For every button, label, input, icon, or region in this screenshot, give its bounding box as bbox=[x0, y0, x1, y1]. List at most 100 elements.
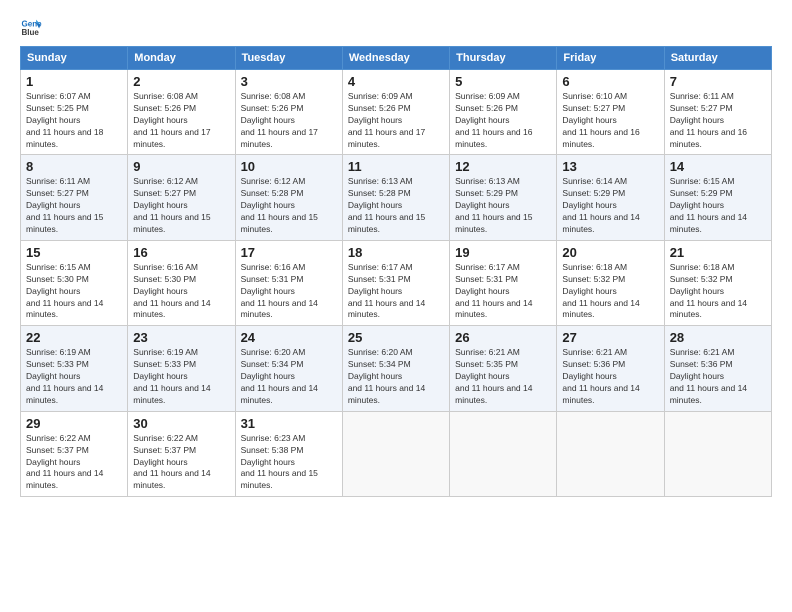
day-detail: Sunrise: 6:09 AMSunset: 5:26 PMDaylight … bbox=[348, 91, 425, 149]
day-number: 4 bbox=[348, 74, 444, 89]
calendar-cell: 11 Sunrise: 6:13 AMSunset: 5:28 PMDaylig… bbox=[342, 155, 449, 240]
calendar-cell: 27 Sunrise: 6:21 AMSunset: 5:36 PMDaylig… bbox=[557, 326, 664, 411]
calendar-cell: 7 Sunrise: 6:11 AMSunset: 5:27 PMDayligh… bbox=[664, 70, 771, 155]
day-number: 25 bbox=[348, 330, 444, 345]
column-header-wednesday: Wednesday bbox=[342, 47, 449, 70]
day-detail: Sunrise: 6:11 AMSunset: 5:27 PMDaylight … bbox=[26, 176, 103, 234]
day-detail: Sunrise: 6:07 AMSunset: 5:25 PMDaylight … bbox=[26, 91, 103, 149]
day-detail: Sunrise: 6:12 AMSunset: 5:28 PMDaylight … bbox=[241, 176, 318, 234]
day-detail: Sunrise: 6:20 AMSunset: 5:34 PMDaylight … bbox=[241, 347, 318, 405]
day-number: 21 bbox=[670, 245, 766, 260]
calendar-cell: 22 Sunrise: 6:19 AMSunset: 5:33 PMDaylig… bbox=[21, 326, 128, 411]
logo-icon: General Blue bbox=[20, 16, 42, 38]
column-header-saturday: Saturday bbox=[664, 47, 771, 70]
column-header-friday: Friday bbox=[557, 47, 664, 70]
header: General Blue bbox=[20, 16, 772, 38]
calendar-cell: 21 Sunrise: 6:18 AMSunset: 5:32 PMDaylig… bbox=[664, 240, 771, 325]
calendar-cell: 31 Sunrise: 6:23 AMSunset: 5:38 PMDaylig… bbox=[235, 411, 342, 496]
day-number: 13 bbox=[562, 159, 658, 174]
day-number: 3 bbox=[241, 74, 337, 89]
calendar-cell: 28 Sunrise: 6:21 AMSunset: 5:36 PMDaylig… bbox=[664, 326, 771, 411]
day-number: 19 bbox=[455, 245, 551, 260]
svg-text:Blue: Blue bbox=[21, 28, 39, 37]
day-detail: Sunrise: 6:22 AMSunset: 5:37 PMDaylight … bbox=[133, 433, 210, 491]
calendar-cell: 23 Sunrise: 6:19 AMSunset: 5:33 PMDaylig… bbox=[128, 326, 235, 411]
column-header-sunday: Sunday bbox=[21, 47, 128, 70]
column-header-tuesday: Tuesday bbox=[235, 47, 342, 70]
week-row-2: 8 Sunrise: 6:11 AMSunset: 5:27 PMDayligh… bbox=[21, 155, 772, 240]
calendar-cell: 1 Sunrise: 6:07 AMSunset: 5:25 PMDayligh… bbox=[21, 70, 128, 155]
day-detail: Sunrise: 6:08 AMSunset: 5:26 PMDaylight … bbox=[241, 91, 318, 149]
day-detail: Sunrise: 6:09 AMSunset: 5:26 PMDaylight … bbox=[455, 91, 532, 149]
day-detail: Sunrise: 6:13 AMSunset: 5:28 PMDaylight … bbox=[348, 176, 425, 234]
day-number: 26 bbox=[455, 330, 551, 345]
day-number: 20 bbox=[562, 245, 658, 260]
calendar-cell: 20 Sunrise: 6:18 AMSunset: 5:32 PMDaylig… bbox=[557, 240, 664, 325]
calendar-cell bbox=[342, 411, 449, 496]
day-number: 11 bbox=[348, 159, 444, 174]
day-detail: Sunrise: 6:14 AMSunset: 5:29 PMDaylight … bbox=[562, 176, 639, 234]
day-number: 29 bbox=[26, 416, 122, 431]
week-row-1: 1 Sunrise: 6:07 AMSunset: 5:25 PMDayligh… bbox=[21, 70, 772, 155]
day-number: 7 bbox=[670, 74, 766, 89]
day-number: 17 bbox=[241, 245, 337, 260]
calendar-cell: 18 Sunrise: 6:17 AMSunset: 5:31 PMDaylig… bbox=[342, 240, 449, 325]
calendar-cell: 26 Sunrise: 6:21 AMSunset: 5:35 PMDaylig… bbox=[450, 326, 557, 411]
calendar-cell: 9 Sunrise: 6:12 AMSunset: 5:27 PMDayligh… bbox=[128, 155, 235, 240]
week-row-5: 29 Sunrise: 6:22 AMSunset: 5:37 PMDaylig… bbox=[21, 411, 772, 496]
day-number: 16 bbox=[133, 245, 229, 260]
day-detail: Sunrise: 6:16 AMSunset: 5:31 PMDaylight … bbox=[241, 262, 318, 320]
day-detail: Sunrise: 6:13 AMSunset: 5:29 PMDaylight … bbox=[455, 176, 532, 234]
calendar-cell: 12 Sunrise: 6:13 AMSunset: 5:29 PMDaylig… bbox=[450, 155, 557, 240]
day-detail: Sunrise: 6:17 AMSunset: 5:31 PMDaylight … bbox=[455, 262, 532, 320]
day-detail: Sunrise: 6:16 AMSunset: 5:30 PMDaylight … bbox=[133, 262, 210, 320]
day-number: 12 bbox=[455, 159, 551, 174]
calendar-cell: 25 Sunrise: 6:20 AMSunset: 5:34 PMDaylig… bbox=[342, 326, 449, 411]
week-row-3: 15 Sunrise: 6:15 AMSunset: 5:30 PMDaylig… bbox=[21, 240, 772, 325]
column-header-monday: Monday bbox=[128, 47, 235, 70]
day-detail: Sunrise: 6:11 AMSunset: 5:27 PMDaylight … bbox=[670, 91, 747, 149]
calendar-cell: 30 Sunrise: 6:22 AMSunset: 5:37 PMDaylig… bbox=[128, 411, 235, 496]
calendar-cell: 4 Sunrise: 6:09 AMSunset: 5:26 PMDayligh… bbox=[342, 70, 449, 155]
day-number: 22 bbox=[26, 330, 122, 345]
day-number: 30 bbox=[133, 416, 229, 431]
day-number: 28 bbox=[670, 330, 766, 345]
page: General Blue SundayMondayTuesdayWednesda… bbox=[0, 0, 792, 507]
day-number: 8 bbox=[26, 159, 122, 174]
week-row-4: 22 Sunrise: 6:19 AMSunset: 5:33 PMDaylig… bbox=[21, 326, 772, 411]
calendar-cell bbox=[557, 411, 664, 496]
calendar-cell: 13 Sunrise: 6:14 AMSunset: 5:29 PMDaylig… bbox=[557, 155, 664, 240]
day-detail: Sunrise: 6:15 AMSunset: 5:30 PMDaylight … bbox=[26, 262, 103, 320]
day-number: 14 bbox=[670, 159, 766, 174]
day-number: 2 bbox=[133, 74, 229, 89]
day-detail: Sunrise: 6:19 AMSunset: 5:33 PMDaylight … bbox=[133, 347, 210, 405]
day-detail: Sunrise: 6:23 AMSunset: 5:38 PMDaylight … bbox=[241, 433, 318, 491]
day-number: 1 bbox=[26, 74, 122, 89]
logo: General Blue bbox=[20, 16, 44, 38]
calendar-table: SundayMondayTuesdayWednesdayThursdayFrid… bbox=[20, 46, 772, 497]
calendar-cell: 6 Sunrise: 6:10 AMSunset: 5:27 PMDayligh… bbox=[557, 70, 664, 155]
day-detail: Sunrise: 6:08 AMSunset: 5:26 PMDaylight … bbox=[133, 91, 210, 149]
day-detail: Sunrise: 6:17 AMSunset: 5:31 PMDaylight … bbox=[348, 262, 425, 320]
calendar-cell: 10 Sunrise: 6:12 AMSunset: 5:28 PMDaylig… bbox=[235, 155, 342, 240]
day-detail: Sunrise: 6:10 AMSunset: 5:27 PMDaylight … bbox=[562, 91, 639, 149]
day-detail: Sunrise: 6:21 AMSunset: 5:35 PMDaylight … bbox=[455, 347, 532, 405]
calendar-cell bbox=[664, 411, 771, 496]
day-detail: Sunrise: 6:18 AMSunset: 5:32 PMDaylight … bbox=[670, 262, 747, 320]
calendar-cell: 15 Sunrise: 6:15 AMSunset: 5:30 PMDaylig… bbox=[21, 240, 128, 325]
calendar-cell: 8 Sunrise: 6:11 AMSunset: 5:27 PMDayligh… bbox=[21, 155, 128, 240]
calendar-cell: 29 Sunrise: 6:22 AMSunset: 5:37 PMDaylig… bbox=[21, 411, 128, 496]
day-number: 18 bbox=[348, 245, 444, 260]
day-detail: Sunrise: 6:19 AMSunset: 5:33 PMDaylight … bbox=[26, 347, 103, 405]
day-number: 24 bbox=[241, 330, 337, 345]
day-detail: Sunrise: 6:20 AMSunset: 5:34 PMDaylight … bbox=[348, 347, 425, 405]
day-detail: Sunrise: 6:18 AMSunset: 5:32 PMDaylight … bbox=[562, 262, 639, 320]
header-row: SundayMondayTuesdayWednesdayThursdayFrid… bbox=[21, 47, 772, 70]
day-detail: Sunrise: 6:21 AMSunset: 5:36 PMDaylight … bbox=[670, 347, 747, 405]
day-detail: Sunrise: 6:12 AMSunset: 5:27 PMDaylight … bbox=[133, 176, 210, 234]
calendar-cell bbox=[450, 411, 557, 496]
calendar-cell: 2 Sunrise: 6:08 AMSunset: 5:26 PMDayligh… bbox=[128, 70, 235, 155]
day-number: 5 bbox=[455, 74, 551, 89]
calendar-cell: 16 Sunrise: 6:16 AMSunset: 5:30 PMDaylig… bbox=[128, 240, 235, 325]
day-number: 23 bbox=[133, 330, 229, 345]
